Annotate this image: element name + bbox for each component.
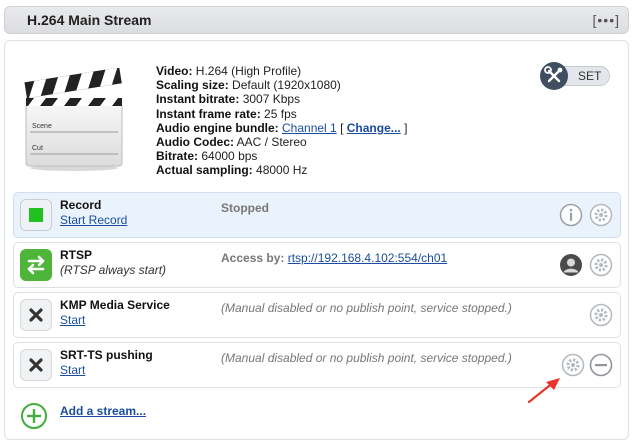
settings-gear-icon[interactable] [589,203,613,227]
kmp-start-link[interactable]: Start [60,313,85,327]
bracket-close: ] [404,120,408,135]
video-value: H.264 (High Profile) [195,64,302,78]
annotation-arrow [527,378,560,404]
framerate-value: 25 fps [264,106,297,121]
stream-kmp: KMP Media Service Start (Manual disabled… [13,292,621,338]
rtsp-name: RTSP [60,248,93,262]
kmp-name: KMP Media Service [60,298,170,312]
clapper-cut-label: Cut [32,145,43,152]
clapper-scene-label: Scene [32,123,52,130]
audio-channel-link[interactable]: Channel 1 [282,121,337,135]
stream-info: Video: H.264 (High Profile) Scaling size… [156,64,407,178]
settings-gear-icon[interactable] [561,353,585,377]
stream-record: Record Start Record Stopped [13,192,621,238]
srt-start-link[interactable]: Start [60,363,85,377]
rtsp-access-label: Access by: [221,251,285,265]
record-status: Stopped [221,201,269,215]
more-menu-button[interactable]: [•••] [593,12,620,28]
audio-bitrate-label: Bitrate: [156,149,199,164]
sampling-label: Actual sampling: [156,163,253,178]
info-icon[interactable] [559,203,583,227]
video-label: Video: [156,64,193,78]
record-name: Record [60,198,102,212]
sampling-value: 48000 Hz [256,163,308,178]
srt-stopped-icon [20,349,52,381]
rtsp-arrows-icon [20,249,52,281]
srt-name: SRT-TS pushing [60,348,153,362]
audio-codec-label: Audio Codec: [156,135,234,150]
bitrate-value: 3007 Kbps [242,92,301,107]
start-record-link[interactable]: Start Record [60,213,127,227]
audio-bundle-label: Audio engine bundle: [156,120,279,135]
rtsp-access: Access by: rtsp://192.168.4.102:554/ch01 [221,251,447,265]
kmp-stopped-icon [20,299,52,331]
kmp-status: (Manual disabled or no publish point, se… [221,301,512,315]
bitrate-label: Instant bitrate: [156,92,240,107]
set-button-label: SET [578,69,602,83]
set-button[interactable]: SET [540,62,612,90]
change-audio-link[interactable]: Change... [347,121,401,135]
rtsp-subtext: (RTSP always start) [60,263,167,277]
settings-gear-icon[interactable] [589,253,613,277]
audio-codec-value: AAC / Stereo [236,135,307,150]
page-title: H.264 Main Stream [27,12,152,28]
audio-bitrate-value: 64000 bps [201,149,258,164]
scaling-value: Default (1920x1080) [232,78,341,93]
srt-status: (Manual disabled or no publish point, se… [221,351,512,365]
stream-header: H.264 Main Stream [•••] [4,6,629,34]
clapperboard-icon: Scene Cut [24,68,123,171]
user-icon[interactable] [559,253,583,277]
add-stream-link[interactable]: Add a stream... [60,404,146,418]
remove-icon[interactable] [589,353,613,377]
record-status-icon [20,199,52,231]
rtsp-url-link[interactable]: rtsp://192.168.4.102:554/ch01 [288,251,447,265]
tools-icon [540,62,568,90]
scaling-label: Scaling size: [156,78,229,93]
settings-gear-icon[interactable] [589,303,613,327]
stream-rtsp: RTSP (RTSP always start) Access by: rtsp… [13,242,621,288]
add-stream-icon[interactable] [20,402,48,430]
bracket-open: [ [340,120,344,135]
framerate-label: Instant frame rate: [156,106,261,121]
